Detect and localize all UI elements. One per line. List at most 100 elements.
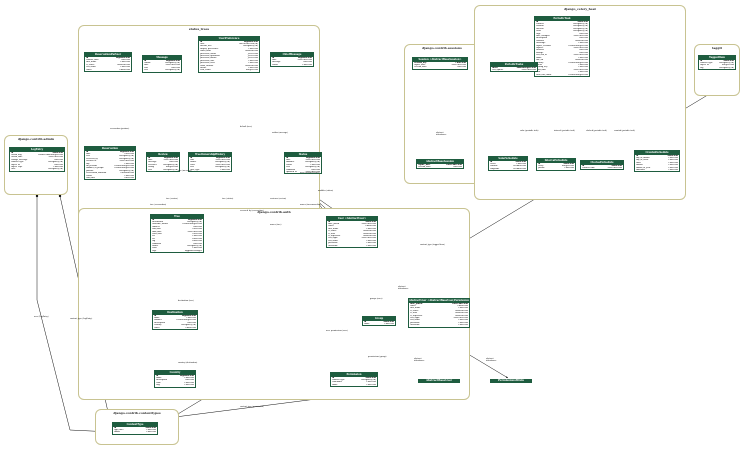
edge-label: tree (message) bbox=[178, 170, 192, 172]
edge-label: content_type (LogEntry) bbox=[70, 318, 93, 320]
field-row: timezone CharField bbox=[635, 169, 679, 171]
field-type: CharField bbox=[668, 169, 678, 172]
edge-label: reviewer (review) bbox=[270, 198, 287, 200]
field-row: username CharField bbox=[409, 324, 469, 326]
er-diagram: status_trees django.contrib.auth django.… bbox=[0, 0, 750, 451]
field-row: model CharField bbox=[113, 431, 157, 433]
edge-label: user_permissions (user) bbox=[326, 330, 348, 332]
table-session: Session <AbstractBaseSession> session_key… bbox=[412, 57, 468, 70]
edge-label: content_type (permission) bbox=[240, 406, 264, 408]
table-group: Group id AutoField name CharField bbox=[362, 316, 396, 327]
field-row: session_data TextField bbox=[413, 66, 467, 68]
edge-label: tree (review) bbox=[166, 198, 178, 200]
field-row: total_run_count PositiveIntegerField bbox=[535, 74, 589, 76]
edge-label: content_type (tagged item) bbox=[420, 244, 445, 246]
field-name: email bbox=[86, 68, 92, 71]
edge-label: abstract inheritance bbox=[398, 286, 409, 290]
edge-label: tree (reservation) bbox=[150, 204, 167, 206]
table-logentry: LogEntry id AutoField action_flag PositiveSm… bbox=[9, 147, 65, 172]
field-name: name bbox=[332, 383, 338, 386]
edge-label: groups (user) bbox=[370, 298, 383, 300]
field-type: DateTimeField bbox=[607, 167, 622, 169]
field-row: clocked_time DateTimeField bbox=[581, 167, 623, 169]
node-abstractbaseuser: AbstractBaseUser bbox=[418, 379, 460, 383]
field-row: visit_count IntegerField bbox=[199, 69, 259, 71]
field-name: statut bbox=[272, 63, 278, 66]
field-type: TextField bbox=[452, 166, 462, 168]
edge-label: default (tree) bbox=[240, 126, 253, 128]
field-type: CharField bbox=[184, 384, 194, 387]
edge-label: crontab (periodic task) bbox=[614, 130, 635, 132]
field-type: DateTimeField bbox=[521, 69, 536, 71]
table-user: User <AbstractUser> id AutoField date_joine… bbox=[326, 216, 378, 249]
package-label: django_celery_beat bbox=[564, 7, 596, 11]
field-row: tag ForeignKey (id) bbox=[699, 67, 735, 69]
field-type: CharField bbox=[146, 431, 156, 434]
table-intervalschedule: IntervalSchedule id AutoField every IntegerF… bbox=[536, 158, 576, 171]
table-message: Message id BigAutoField author ForeignKey (i… bbox=[142, 55, 182, 73]
edge-label: country (destination) bbox=[178, 362, 198, 364]
field-type: IntegerField bbox=[245, 69, 258, 72]
field-row: last_update DateTimeField bbox=[491, 69, 537, 71]
field-name: flag bbox=[156, 384, 160, 387]
field-type: EmailField bbox=[119, 68, 130, 71]
field-type: ForeignKey (id) bbox=[162, 168, 178, 171]
edge-endpoint bbox=[35, 194, 39, 198]
edge-label: abstract inheritance bbox=[486, 358, 497, 362]
field-name: total_run_count bbox=[536, 73, 552, 76]
package-label: django.contrib.sessions bbox=[422, 46, 462, 50]
edge-label: tree (status) bbox=[222, 198, 234, 200]
field-row: name CharField bbox=[331, 384, 377, 386]
field-type: CharField bbox=[366, 244, 376, 247]
field-name: last_update bbox=[492, 69, 504, 71]
table-permission: Permission id AutoField content_type Foreign… bbox=[330, 372, 378, 388]
edge-label: destination (tree) bbox=[178, 300, 194, 302]
field-row: end_time TimeField bbox=[85, 177, 135, 179]
package-label: django.contrib.admin bbox=[17, 137, 55, 141]
field-row: name CharField bbox=[363, 323, 395, 325]
package-label: taggit bbox=[711, 46, 723, 50]
field-name: tree bbox=[148, 168, 153, 171]
field-name: end_time bbox=[86, 177, 95, 180]
edge-label: user (userpreference) bbox=[300, 172, 320, 174]
field-type: CharField bbox=[564, 167, 574, 170]
field-name: name bbox=[364, 323, 370, 325]
edge-label: reserved_by (reservation) bbox=[240, 210, 264, 212]
table-periodictask: PeriodicTask id AutoField clocked ForeignKey… bbox=[534, 16, 590, 77]
edge-label: abstract inheritance bbox=[436, 132, 447, 136]
field-row: email EmailField bbox=[153, 327, 197, 329]
package-label: status_trees bbox=[188, 27, 210, 31]
field-name: email bbox=[154, 326, 160, 329]
package-label: django.contrib.auth bbox=[257, 210, 291, 214]
field-type: ForeignKey (id) bbox=[718, 66, 734, 69]
field-type: CharField bbox=[366, 383, 376, 386]
table-review: Review id BigAutoField date DateTimeField mes… bbox=[146, 152, 180, 173]
edge-label: abstract inheritance bbox=[414, 358, 425, 362]
field-row: period CharField bbox=[537, 167, 575, 169]
edge-label: owner (treeownership) bbox=[300, 204, 321, 206]
field-name: tree bbox=[144, 69, 149, 72]
field-type: CharField bbox=[302, 63, 312, 66]
field-type: TaggableManager bbox=[184, 249, 202, 252]
edge-label: reservation (partner) bbox=[110, 128, 130, 130]
field-name: username bbox=[328, 244, 338, 247]
field-name: period bbox=[538, 167, 545, 170]
edge-label: solar (periodic task) bbox=[520, 130, 539, 132]
field-type: TextField bbox=[456, 66, 466, 69]
field-type: ForeignKey (id) bbox=[47, 168, 63, 171]
field-row: tags TaggableManager bbox=[151, 250, 203, 252]
table-taggeditem: TaggedItem id AutoField content_type Foreign… bbox=[698, 55, 736, 71]
field-row: email EmailField bbox=[85, 69, 131, 71]
edge-label: author (message) bbox=[272, 132, 288, 134]
field-name: model bbox=[114, 431, 121, 434]
table-abstractbasesession: AbstractBaseSession expire_date DateTimeFi… bbox=[416, 159, 464, 170]
field-type: TimeField bbox=[124, 177, 134, 180]
table-solarschedule: SolarSchedule id AutoField event CharField la… bbox=[488, 156, 528, 172]
edge-label: owner (tree) bbox=[270, 224, 282, 226]
field-name: session_data bbox=[418, 166, 431, 168]
package-label: django.contrib.contenttypes bbox=[113, 411, 161, 415]
field-name: tags bbox=[152, 249, 157, 252]
field-name: longitude bbox=[490, 167, 500, 170]
field-row: statut CharField bbox=[271, 64, 313, 66]
table-country: Country id BigAutoField name CharField descri… bbox=[154, 370, 196, 388]
